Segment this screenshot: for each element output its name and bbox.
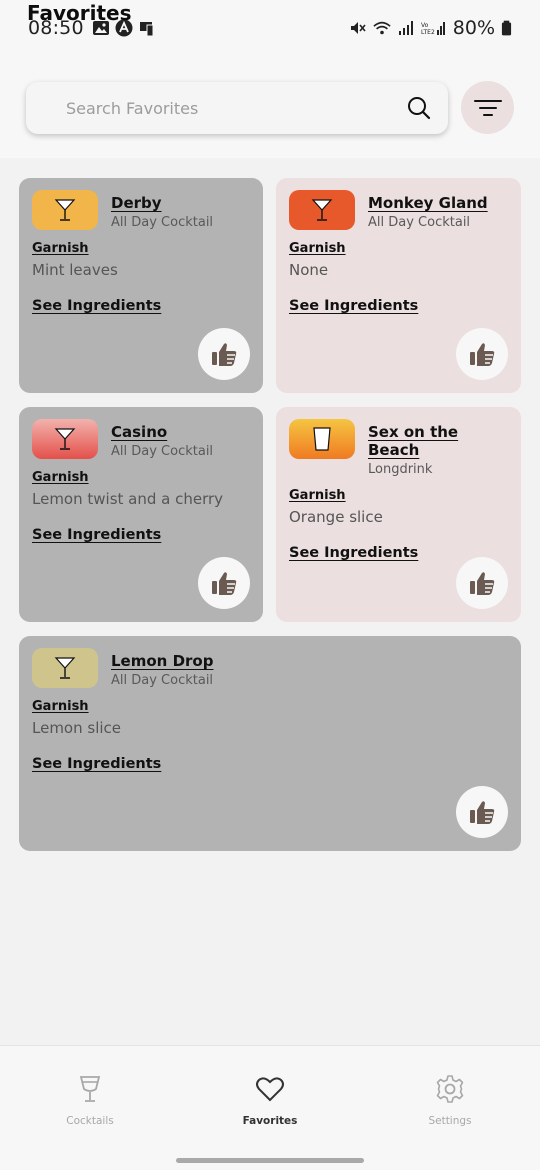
search-icon[interactable]	[406, 95, 432, 121]
header: Favorites	[0, 1, 540, 158]
garnish-label: Garnish	[289, 488, 346, 503]
filter-button[interactable]	[461, 81, 514, 134]
device-icon	[139, 22, 154, 37]
garnish-value: Orange slice	[289, 508, 383, 526]
cocktail-glass-icon	[54, 199, 76, 221]
like-button[interactable]	[198, 328, 250, 380]
search-box[interactable]	[26, 82, 448, 134]
nav-item-favorites[interactable]: Favorites	[210, 1074, 330, 1127]
cocktail-name[interactable]: Sex on the Beach	[368, 423, 508, 459]
garnish-value: None	[289, 261, 329, 279]
thumbs-up-icon	[470, 572, 495, 595]
cocktail-thumbnail	[289, 419, 355, 459]
like-button[interactable]	[456, 786, 508, 838]
thumbs-up-icon	[212, 343, 237, 366]
cocktail-category: All Day Cocktail	[111, 215, 214, 230]
like-button[interactable]	[456, 557, 508, 609]
garnish-label: Garnish	[32, 699, 89, 714]
cocktail-card[interactable]: Casino All Day Cocktail Garnish Lemon tw…	[19, 407, 263, 622]
cocktail-name[interactable]: Casino	[111, 423, 213, 441]
cocktail-glass-icon	[54, 428, 76, 450]
cocktail-thumbnail	[32, 648, 98, 688]
cocktail-name[interactable]: Monkey Gland	[368, 194, 488, 212]
gesture-bar[interactable]	[176, 1158, 364, 1163]
see-ingredients-link[interactable]: See Ingredients	[32, 756, 161, 772]
search-input[interactable]	[66, 98, 406, 118]
cocktail-category: Longdrink	[368, 462, 433, 477]
page-title: Favorites	[27, 1, 132, 25]
thumbs-up-icon	[470, 343, 495, 366]
cocktail-glass-icon	[311, 199, 333, 221]
thumbs-up-icon	[212, 572, 237, 595]
cocktail-thumbnail	[32, 419, 98, 459]
cocktail-category: All Day Cocktail	[368, 215, 471, 230]
nav-item-cocktails[interactable]: Cocktails	[30, 1074, 150, 1127]
battery-icon	[501, 20, 512, 36]
nav-label: Settings	[428, 1115, 472, 1127]
cocktail-card[interactable]: Monkey Gland All Day Cocktail Garnish No…	[276, 178, 521, 393]
svg-text:Vo: Vo	[421, 22, 429, 29]
wifi-icon	[373, 21, 391, 35]
gear-icon	[436, 1075, 464, 1103]
cocktail-thumbnail	[32, 190, 98, 230]
garnish-value: Mint leaves	[32, 261, 118, 279]
garnish-label: Garnish	[32, 241, 89, 256]
nav-item-settings[interactable]: Settings	[390, 1074, 510, 1127]
cocktail-card[interactable]: Sex on the Beach Longdrink Garnish Orang…	[276, 407, 521, 622]
battery-percentage: 80%	[452, 17, 495, 39]
mute-icon	[350, 22, 366, 34]
svg-text:LTE2: LTE2	[421, 29, 435, 36]
nav-label: Cocktails	[66, 1115, 114, 1127]
cocktail-category: All Day Cocktail	[111, 444, 214, 459]
garnish-label: Garnish	[289, 241, 346, 256]
lte-signal-icon: VoLTE2	[421, 22, 445, 36]
glass-icon	[79, 1076, 101, 1102]
see-ingredients-link[interactable]: See Ingredients	[289, 545, 418, 561]
cocktail-category: All Day Cocktail	[111, 673, 214, 688]
signal-icon	[398, 21, 413, 35]
cocktail-thumbnail	[289, 190, 355, 230]
cocktail-name[interactable]: Lemon Drop	[111, 652, 213, 670]
see-ingredients-link[interactable]: See Ingredients	[32, 527, 161, 543]
cocktail-glass-icon	[54, 657, 76, 679]
garnish-value: Lemon twist and a cherry	[32, 490, 224, 508]
see-ingredients-link[interactable]: See Ingredients	[32, 298, 161, 314]
like-button[interactable]	[198, 557, 250, 609]
heart-icon	[256, 1077, 284, 1102]
bottom-navigation: Cocktails Favorites Settings	[0, 1045, 540, 1170]
garnish-label: Garnish	[32, 470, 89, 485]
garnish-value: Lemon slice	[32, 719, 122, 737]
highball-glass-icon	[313, 427, 331, 451]
cocktail-name[interactable]: Derby	[111, 194, 213, 212]
cocktail-card[interactable]: Derby All Day Cocktail Garnish Mint leav…	[19, 178, 263, 393]
thumbs-up-icon	[470, 801, 495, 824]
filter-icon	[473, 99, 502, 116]
see-ingredients-link[interactable]: See Ingredients	[289, 298, 418, 314]
cocktail-card[interactable]: Lemon Drop All Day Cocktail Garnish Lemo…	[19, 636, 521, 851]
like-button[interactable]	[456, 328, 508, 380]
nav-label: Favorites	[242, 1115, 298, 1127]
